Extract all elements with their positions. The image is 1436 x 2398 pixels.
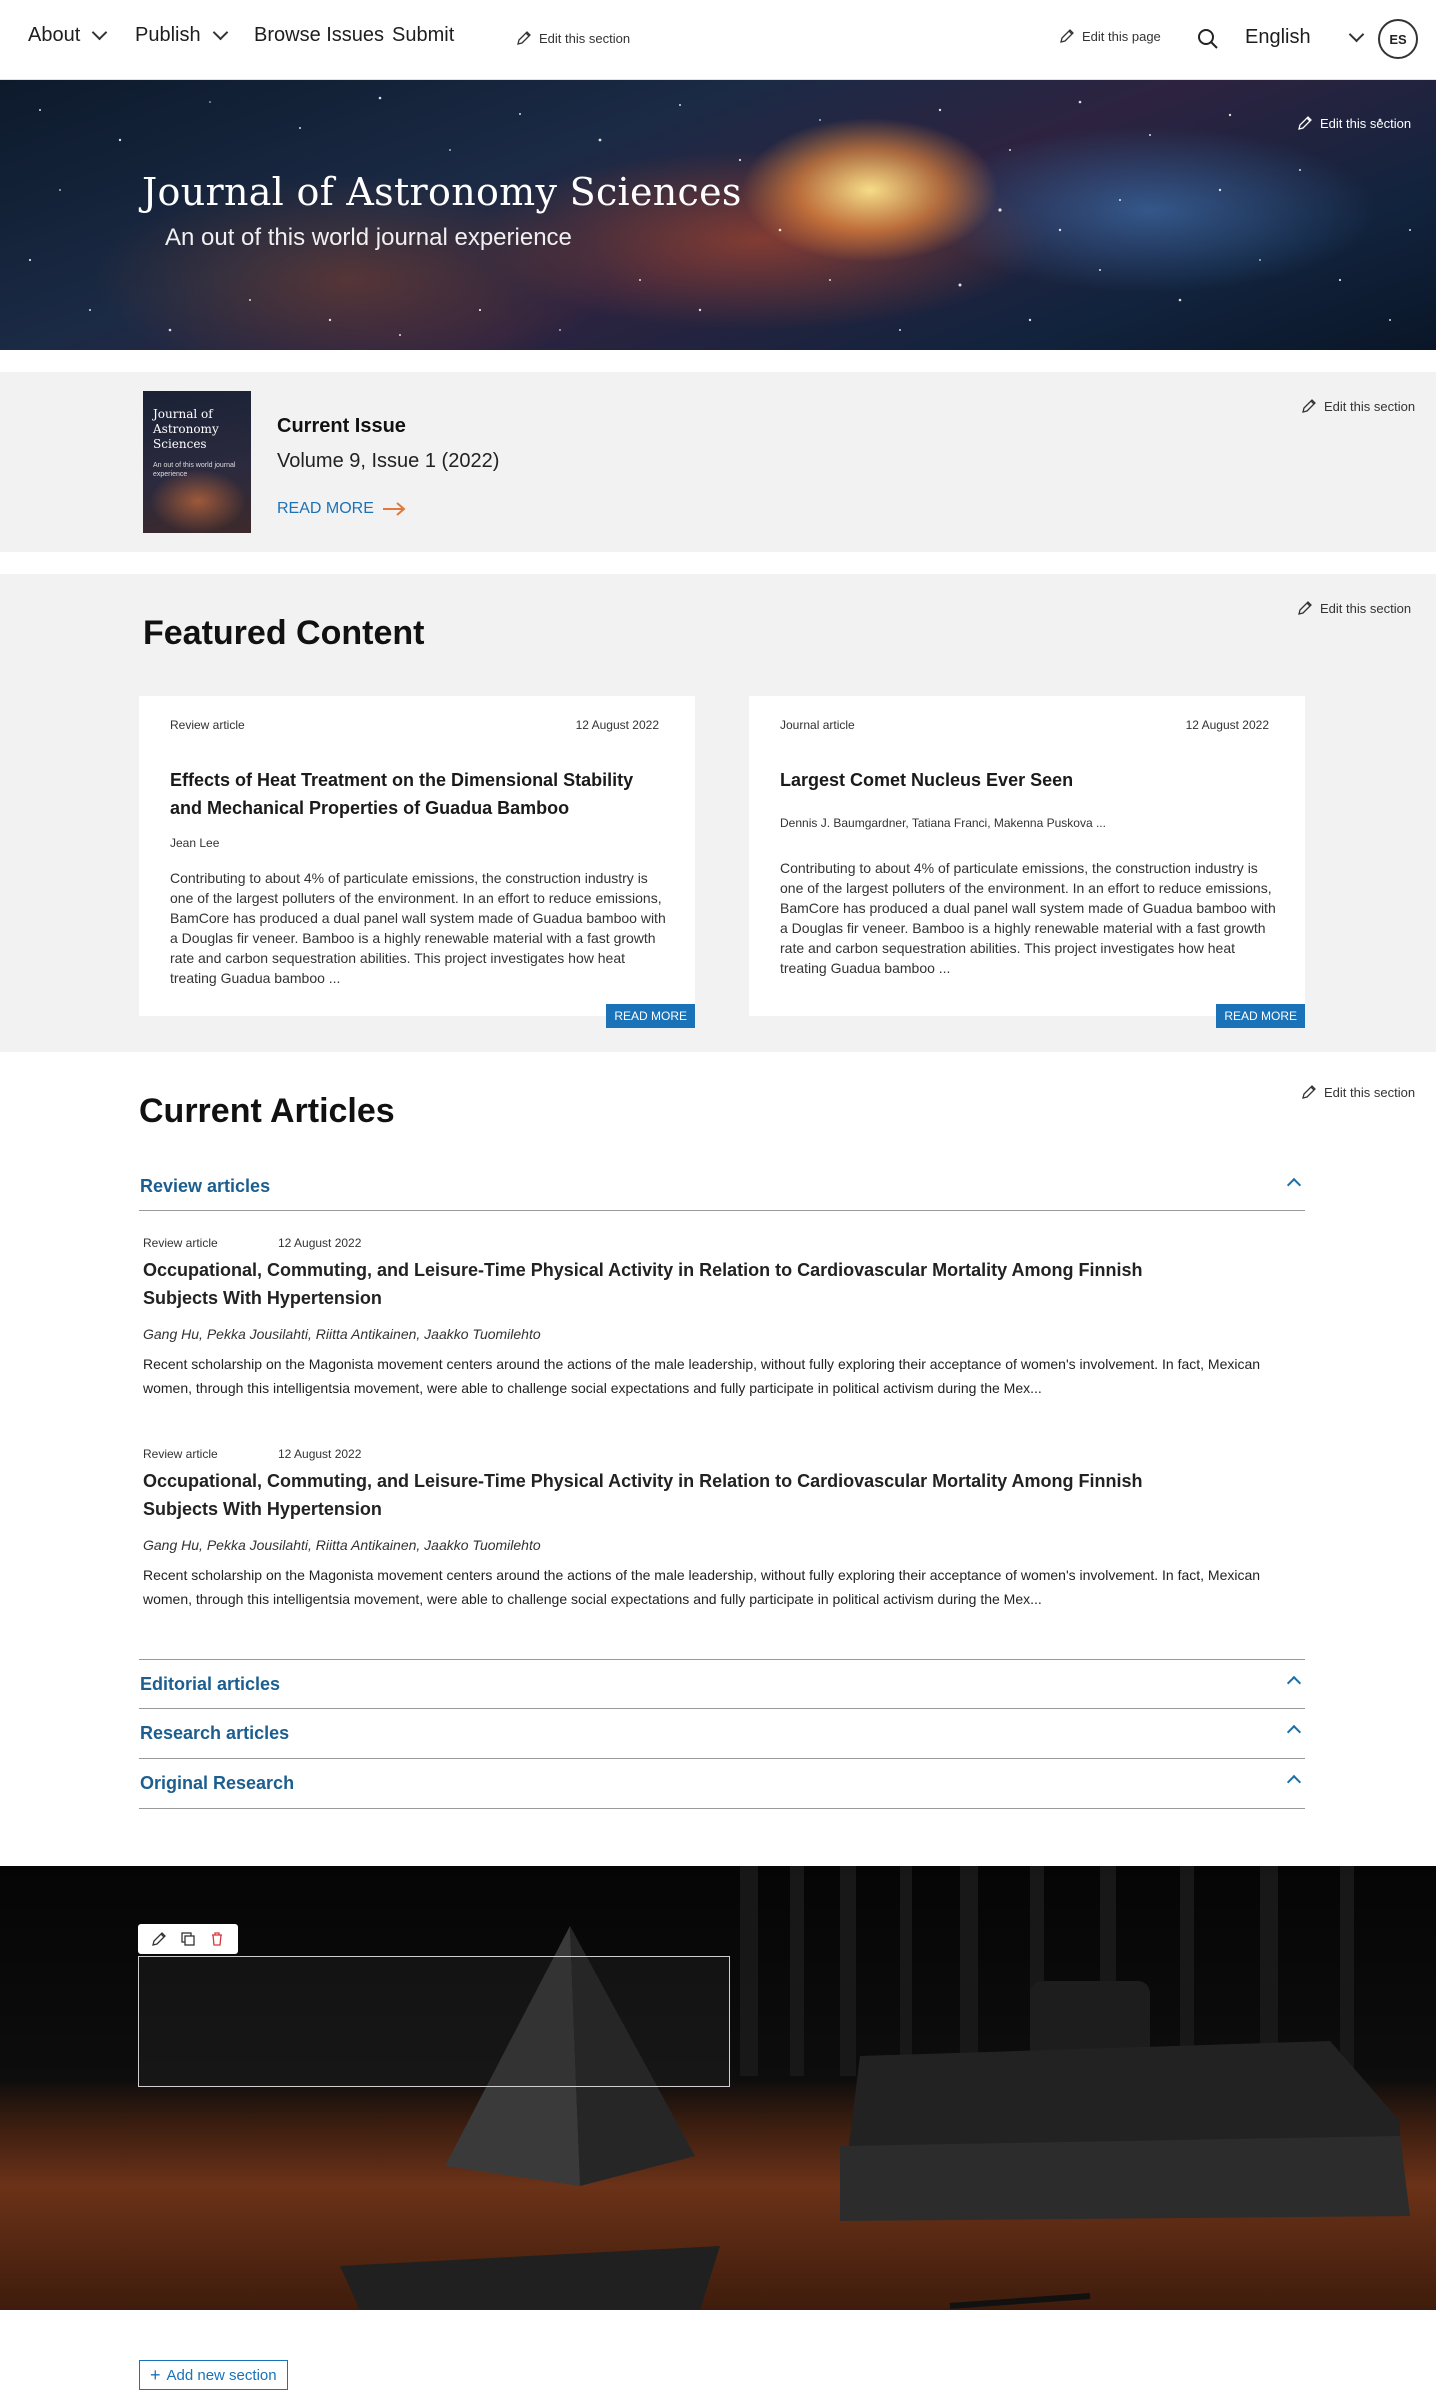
trash-icon[interactable]: [209, 1931, 225, 1947]
journal-tagline: An out of this world journal experience: [165, 224, 572, 251]
article-authors: Jean Lee: [170, 836, 220, 850]
article-type: Review article: [143, 1236, 218, 1250]
journal-title: Journal of Astronomy Sciences: [142, 170, 742, 214]
pencil-icon: [517, 31, 531, 45]
edit-page-label: Edit this page: [1082, 28, 1161, 44]
nav-item-about[interactable]: About: [28, 24, 108, 47]
nav-item-browse-issues[interactable]: Browse Issues: [254, 24, 384, 47]
article-authors: Dennis J. Baumgardner, Tatiana Franci, M…: [780, 816, 1106, 830]
article-excerpt: Contributing to about 4% of particulate …: [170, 870, 666, 986]
current-issue-volume: Volume 9, Issue 1 (2022): [277, 450, 500, 472]
article-date: 12 August 2022: [278, 1447, 362, 1461]
top-nav: About Publish Browse Issues Submit Edit …: [0, 0, 1436, 80]
selected-text-block[interactable]: [138, 1956, 730, 2087]
accordion-label: Research articles: [140, 1723, 290, 1743]
pencil-icon[interactable]: [151, 1931, 167, 1947]
current-articles-heading: Current Articles: [139, 1092, 395, 1130]
chevron-down-icon: [1348, 26, 1364, 43]
article-authors: Gang Hu, Pekka Jousilahti, Riitta Antika…: [143, 1326, 541, 1342]
featured-content-heading: Featured Content: [143, 614, 425, 652]
accordion-research-articles[interactable]: Research articles: [139, 1709, 1305, 1759]
article-date: 12 August 2022: [575, 718, 659, 732]
article-title[interactable]: Occupational, Commuting, and Leisure-Tim…: [143, 1256, 1143, 1312]
edit-section-label: Edit this section: [539, 30, 631, 46]
edit-hero-section-link[interactable]: Edit this section: [1297, 115, 1411, 131]
issue-read-more-link[interactable]: READ MORE: [277, 500, 406, 518]
featured-card[interactable]: Review article 12 August 2022 Effects of…: [139, 696, 695, 1028]
accordion-original-research[interactable]: Original Research: [139, 1759, 1305, 1809]
starfield: [28, 96, 1411, 336]
article-abstract: Recent scholarship on the Magonista move…: [143, 1567, 1261, 1607]
article-title[interactable]: Occupational, Commuting, and Leisure-Tim…: [143, 1467, 1143, 1523]
pencil-icon: [1060, 29, 1074, 43]
chevron-down-icon: [212, 24, 228, 41]
add-section-label: Add new section: [166, 2366, 277, 2384]
article-type: Journal article: [780, 718, 855, 732]
article-date: 12 August 2022: [1185, 718, 1269, 732]
edit-issue-section-link[interactable]: Edit this section: [1301, 398, 1415, 414]
accordion-label: Editorial articles: [140, 1674, 281, 1694]
article-title[interactable]: Largest Comet Nucleus Ever Seen: [780, 766, 1280, 794]
accordion-review-articles[interactable]: Review articles: [139, 1160, 1305, 1211]
issue-cover-image[interactable]: Journal of Astronomy Sciences An out of …: [143, 391, 251, 533]
nav-item-publish[interactable]: Publish: [135, 24, 228, 47]
edit-articles-section-link[interactable]: Edit this section: [1301, 1084, 1415, 1100]
article-date: 12 August 2022: [278, 1236, 362, 1250]
read-more-button[interactable]: READ MORE: [606, 1004, 695, 1028]
chevron-up-icon: [1286, 1675, 1302, 1691]
article-excerpt: Contributing to about 4% of particulate …: [780, 860, 1276, 976]
add-new-section-button[interactable]: + Add new section: [139, 2360, 288, 2390]
edit-page-link[interactable]: Edit this page: [1059, 28, 1161, 44]
article-title[interactable]: Effects of Heat Treatment on the Dimensi…: [170, 766, 670, 822]
accordion-editorial-articles[interactable]: Editorial articles: [139, 1659, 1305, 1709]
article-type: Review article: [170, 718, 245, 732]
article-type: Review article: [143, 1447, 218, 1461]
search-icon[interactable]: [1196, 27, 1220, 51]
article-authors: Gang Hu, Pekka Jousilahti, Riitta Antika…: [143, 1537, 541, 1553]
featured-card[interactable]: Journal article 12 August 2022 Largest C…: [749, 696, 1305, 1028]
current-issue-section: Journal of Astronomy Sciences An out of …: [0, 372, 1436, 552]
pencil-icon: [1302, 1085, 1316, 1099]
edit-featured-section-link[interactable]: Edit this section: [1297, 600, 1411, 616]
edit-section-label: Edit this section: [1324, 398, 1416, 414]
arrow-right-icon: [382, 502, 406, 516]
duplicate-icon[interactable]: [180, 1931, 196, 1947]
pencil-icon: [1302, 399, 1316, 413]
read-more-label: READ MORE: [277, 500, 374, 517]
pencil-icon: [1298, 116, 1312, 130]
nav-item-submit[interactable]: Submit: [392, 24, 454, 47]
nav-item-label: About: [28, 24, 81, 46]
edit-section-label: Edit this section: [1320, 600, 1412, 616]
nav-item-label: Publish: [135, 24, 201, 46]
current-issue-label: Current Issue: [277, 415, 406, 437]
hero-banner: Journal of Astronomy Sciences An out of …: [0, 80, 1436, 350]
chevron-up-icon: [1286, 1177, 1302, 1193]
article-list-item: Review article 12 August 2022 Occupation…: [143, 1447, 1263, 1607]
article-abstract: Recent scholarship on the Magonista move…: [143, 1356, 1261, 1396]
plus-icon: +: [150, 2365, 161, 2385]
article-list-item: Review article 12 August 2022 Occupation…: [143, 1236, 1263, 1396]
edit-section-label: Edit this section: [1324, 1084, 1416, 1100]
chevron-up-icon: [1286, 1774, 1302, 1790]
featured-content-section: Featured Content Edit this section Revie…: [0, 574, 1436, 1052]
read-more-button[interactable]: READ MORE: [1216, 1004, 1305, 1028]
pencil-icon: [1298, 601, 1312, 615]
nav-item-label: Submit: [392, 24, 455, 46]
cover-title: Journal of Astronomy Sciences: [153, 407, 219, 451]
cover-subtitle: An out of this world journal experience: [153, 462, 236, 478]
edit-nav-section-link[interactable]: Edit this section: [516, 30, 630, 46]
language-selector[interactable]: English: [1245, 26, 1364, 49]
section-edit-toolbar: [138, 1924, 238, 1954]
accordion-label: Original Research: [140, 1773, 295, 1793]
chevron-down-icon: [91, 24, 108, 41]
nav-item-label: Browse Issues: [254, 24, 385, 46]
chevron-up-icon: [1286, 1724, 1302, 1740]
language-label: English: [1245, 26, 1311, 48]
accordion-label: Review articles: [140, 1176, 271, 1196]
edit-section-label: Edit this section: [1320, 115, 1412, 131]
avatar[interactable]: ES: [1378, 19, 1418, 59]
